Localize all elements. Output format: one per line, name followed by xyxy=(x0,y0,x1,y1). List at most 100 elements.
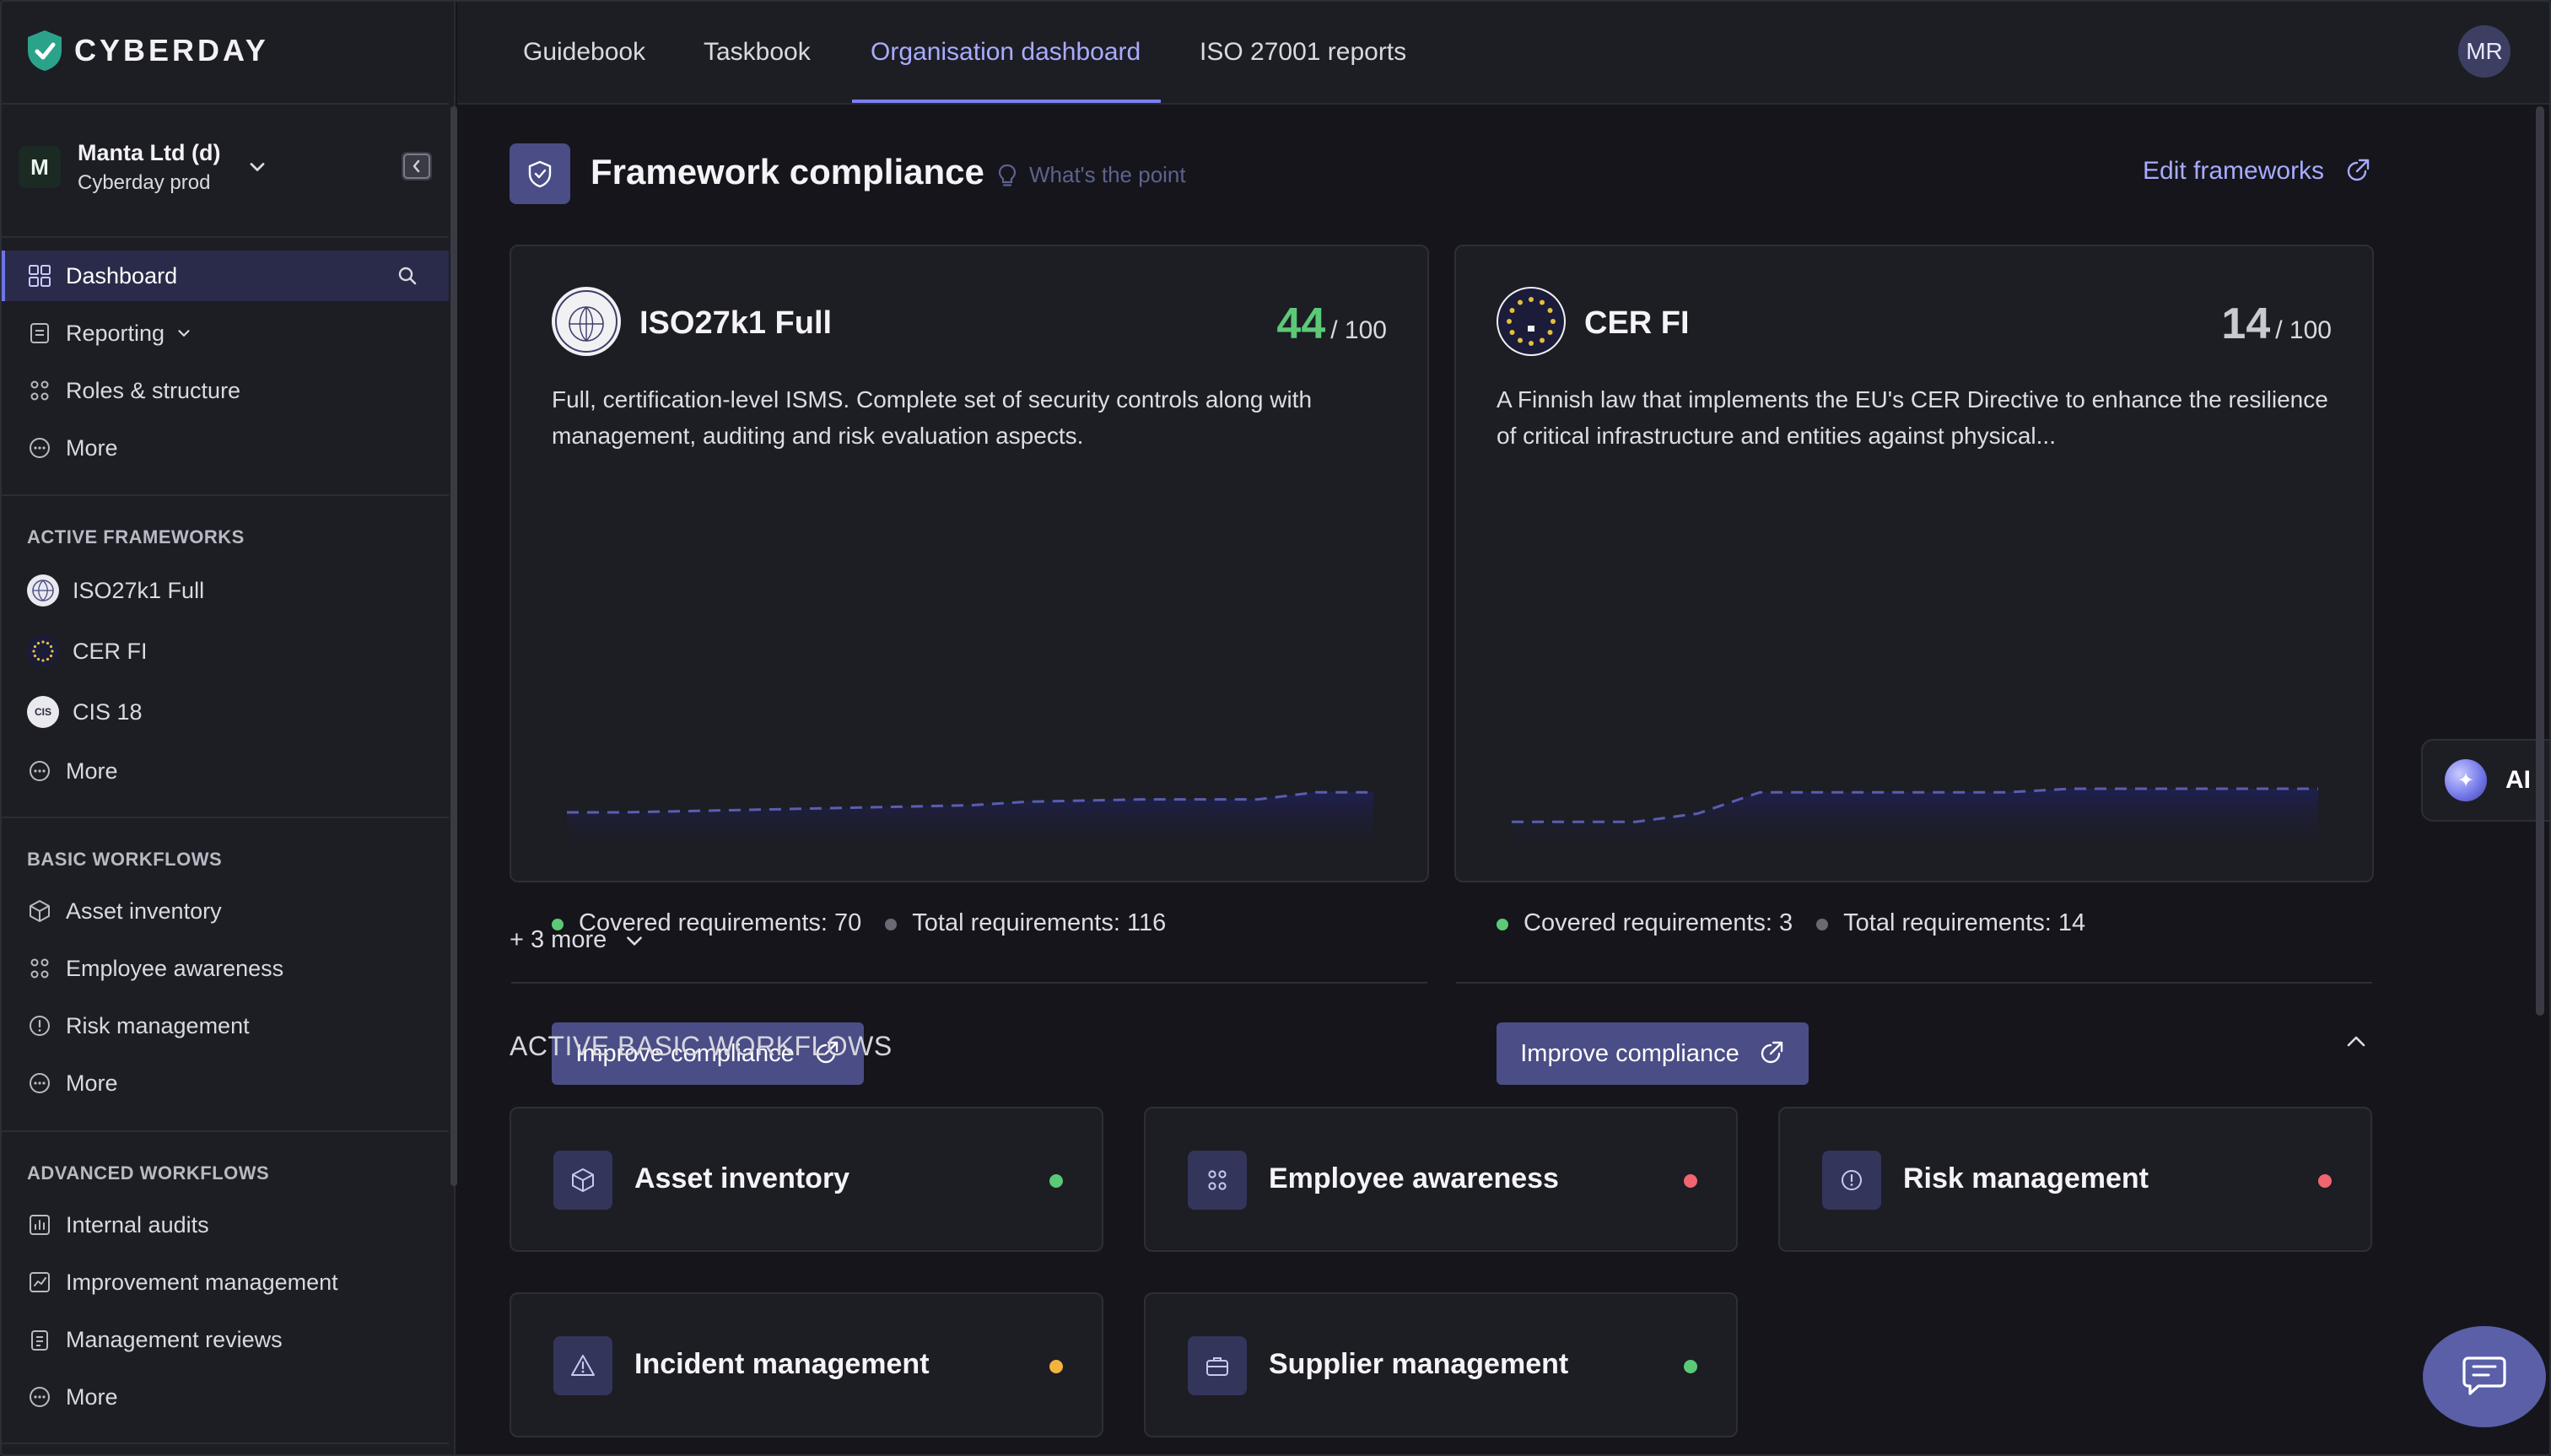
ai-assistant-button[interactable]: ✦ AI xyxy=(2421,739,2551,822)
chat-bubbles-icon xyxy=(2462,1356,2506,1395)
sidebar-item-cer-fi[interactable]: CER FI xyxy=(0,626,449,677)
people-icon xyxy=(30,958,49,979)
more-icon xyxy=(30,438,50,458)
edit-frameworks-link[interactable]: Edit frameworks xyxy=(2143,157,2371,186)
sidebar-scrollbar[interactable] xyxy=(450,106,457,1186)
alert-circle-icon xyxy=(30,1016,50,1036)
workflow-card-asset-inventory[interactable]: Asset inventory xyxy=(510,1107,1103,1252)
edit-frameworks-label: Edit frameworks xyxy=(2143,157,2325,185)
sidebar-item-label: Asset inventory xyxy=(66,898,222,924)
lightbulb-icon xyxy=(998,164,1017,186)
org-switcher[interactable]: M Manta Ltd (d) Cyberday prod xyxy=(19,133,440,201)
section-title-basic-workflows: BASIC WORKFLOWS xyxy=(27,849,223,870)
cis-badge-icon: CIS xyxy=(27,696,59,728)
collapse-sidebar-button[interactable] xyxy=(402,152,432,181)
eu-stars-icon xyxy=(27,635,59,667)
workflow-card-employee-awareness[interactable]: Employee awareness xyxy=(1144,1107,1738,1252)
compliance-trend-sparkline xyxy=(1512,787,2318,854)
divider xyxy=(511,982,1427,984)
chevron-up-icon[interactable] xyxy=(2342,1027,2370,1056)
show-more-frameworks-button[interactable]: + 3 more xyxy=(510,926,645,954)
total-requirements-label: Total requirements: 14 xyxy=(1843,909,2086,936)
sidebar-item-label: Improvement management xyxy=(66,1269,338,1295)
total-requirements-label: Total requirements: 116 xyxy=(912,909,1167,936)
sidebar-item-improvement-management[interactable]: Improvement management xyxy=(0,1257,449,1308)
divider xyxy=(0,103,449,105)
search-icon[interactable] xyxy=(396,265,418,287)
more-icon xyxy=(30,761,50,781)
sidebar-item-iso27k1[interactable]: ISO27k1 Full xyxy=(0,565,449,616)
score-value: 14 xyxy=(2221,299,2271,348)
clipboard-icon xyxy=(31,1330,48,1351)
shield-check-icon xyxy=(510,143,570,204)
workflow-label: Employee awareness xyxy=(1269,1162,1559,1194)
workflow-label: Asset inventory xyxy=(634,1162,850,1194)
sidebar-item-label: Dashboard xyxy=(66,262,178,289)
report-icon xyxy=(30,323,49,343)
workflow-card-supplier-management[interactable]: Supplier management xyxy=(1144,1292,1738,1437)
brand-name: CYBERDAY xyxy=(74,33,269,67)
status-dot xyxy=(1684,1174,1697,1188)
framework-description: Full, certification-level ISMS. Complete… xyxy=(552,386,1313,449)
main-scrollbar[interactable] xyxy=(2536,106,2544,1016)
sidebar-item-internal-audits[interactable]: Internal audits xyxy=(0,1200,449,1250)
framework-card[interactable]: CER FI 14 / 100 A Finnish law that imple… xyxy=(1454,245,2374,1085)
chat-support-button[interactable] xyxy=(2423,1326,2546,1427)
sidebar-item-label: Roles & structure xyxy=(66,377,241,403)
workflow-label: Risk management xyxy=(1903,1162,2149,1194)
sidebar-item-advanced-more[interactable]: More xyxy=(0,1372,449,1422)
show-more-label: + 3 more xyxy=(510,926,607,953)
sidebar-item-label: More xyxy=(66,434,118,461)
sidebar-item-label: Risk management xyxy=(66,1012,250,1038)
people-icon xyxy=(1188,1151,1247,1210)
divider xyxy=(0,236,449,238)
sparkle-icon: ✦ xyxy=(2445,759,2487,801)
grid-icon xyxy=(29,265,51,287)
tab-guidebook[interactable]: Guidebook xyxy=(523,0,645,105)
app-window: CYBERDAY M Manta Ltd (d) Cyberday prod D… xyxy=(0,0,2551,1456)
score-max: / 100 xyxy=(2275,316,2332,344)
sidebar-item-workflows-more[interactable]: More xyxy=(0,1058,449,1108)
sidebar-item-more[interactable]: More xyxy=(0,423,449,473)
box-icon xyxy=(30,900,50,922)
external-link-icon xyxy=(1761,1041,1782,1064)
user-avatar[interactable]: MR xyxy=(2458,25,2511,78)
sidebar-item-frameworks-more[interactable]: More xyxy=(0,746,449,796)
eu-flag-logo-icon xyxy=(1497,287,1566,356)
sidebar-item-management-reviews[interactable]: Management reviews xyxy=(0,1314,449,1365)
workflow-card-incident-management[interactable]: Incident management xyxy=(510,1292,1103,1437)
workflow-label: Supplier management xyxy=(1269,1348,1569,1380)
sidebar-item-roles-structure[interactable]: Roles & structure xyxy=(0,365,449,416)
status-dot xyxy=(1049,1360,1063,1373)
tab-taskbook[interactable]: Taskbook xyxy=(704,0,811,105)
iso-badge-icon xyxy=(27,574,59,607)
alert-circle-icon xyxy=(1822,1151,1881,1210)
people-structure-icon xyxy=(30,380,49,401)
sidebar-item-cis-18[interactable]: CIS CIS 18 xyxy=(0,687,449,737)
sidebar: CYBERDAY M Manta Ltd (d) Cyberday prod D… xyxy=(0,0,456,1456)
warning-triangle-icon xyxy=(553,1336,612,1395)
divider xyxy=(0,1443,449,1444)
section-title-active-basic-workflows: ACTIVE BASIC WORKFLOWS xyxy=(510,1031,893,1061)
sidebar-item-asset-inventory[interactable]: Asset inventory xyxy=(0,886,449,936)
trend-icon xyxy=(30,1272,50,1292)
improve-compliance-button[interactable]: Improve compliance xyxy=(1497,1022,1809,1085)
workflow-card-risk-management[interactable]: Risk management xyxy=(1778,1107,2372,1252)
sidebar-item-dashboard[interactable]: Dashboard xyxy=(0,251,449,301)
external-link-icon xyxy=(2347,159,2370,181)
chevron-down-icon xyxy=(178,330,190,337)
divider xyxy=(0,494,449,496)
sidebar-item-employee-awareness[interactable]: Employee awareness xyxy=(0,943,449,994)
status-dot xyxy=(1684,1360,1697,1373)
brand-logo[interactable]: CYBERDAY xyxy=(25,27,269,74)
divider xyxy=(0,817,449,818)
sidebar-item-risk-management[interactable]: Risk management xyxy=(0,1000,449,1051)
sidebar-item-label: CER FI xyxy=(73,638,148,664)
requirement-stats: Covered requirements: 3 Total requiremen… xyxy=(1497,909,2085,937)
framework-card[interactable]: ISO27k1 Full 44 / 100 Full, certificatio… xyxy=(510,245,1429,1085)
sidebar-item-reporting[interactable]: Reporting xyxy=(0,308,449,359)
tab-organisation-dashboard[interactable]: Organisation dashboard xyxy=(871,0,1141,105)
tab-iso-27001-reports[interactable]: ISO 27001 reports xyxy=(1200,0,1406,105)
sidebar-item-label: CIS 18 xyxy=(73,698,143,725)
whats-the-point-link[interactable]: What's the point xyxy=(995,162,1186,188)
